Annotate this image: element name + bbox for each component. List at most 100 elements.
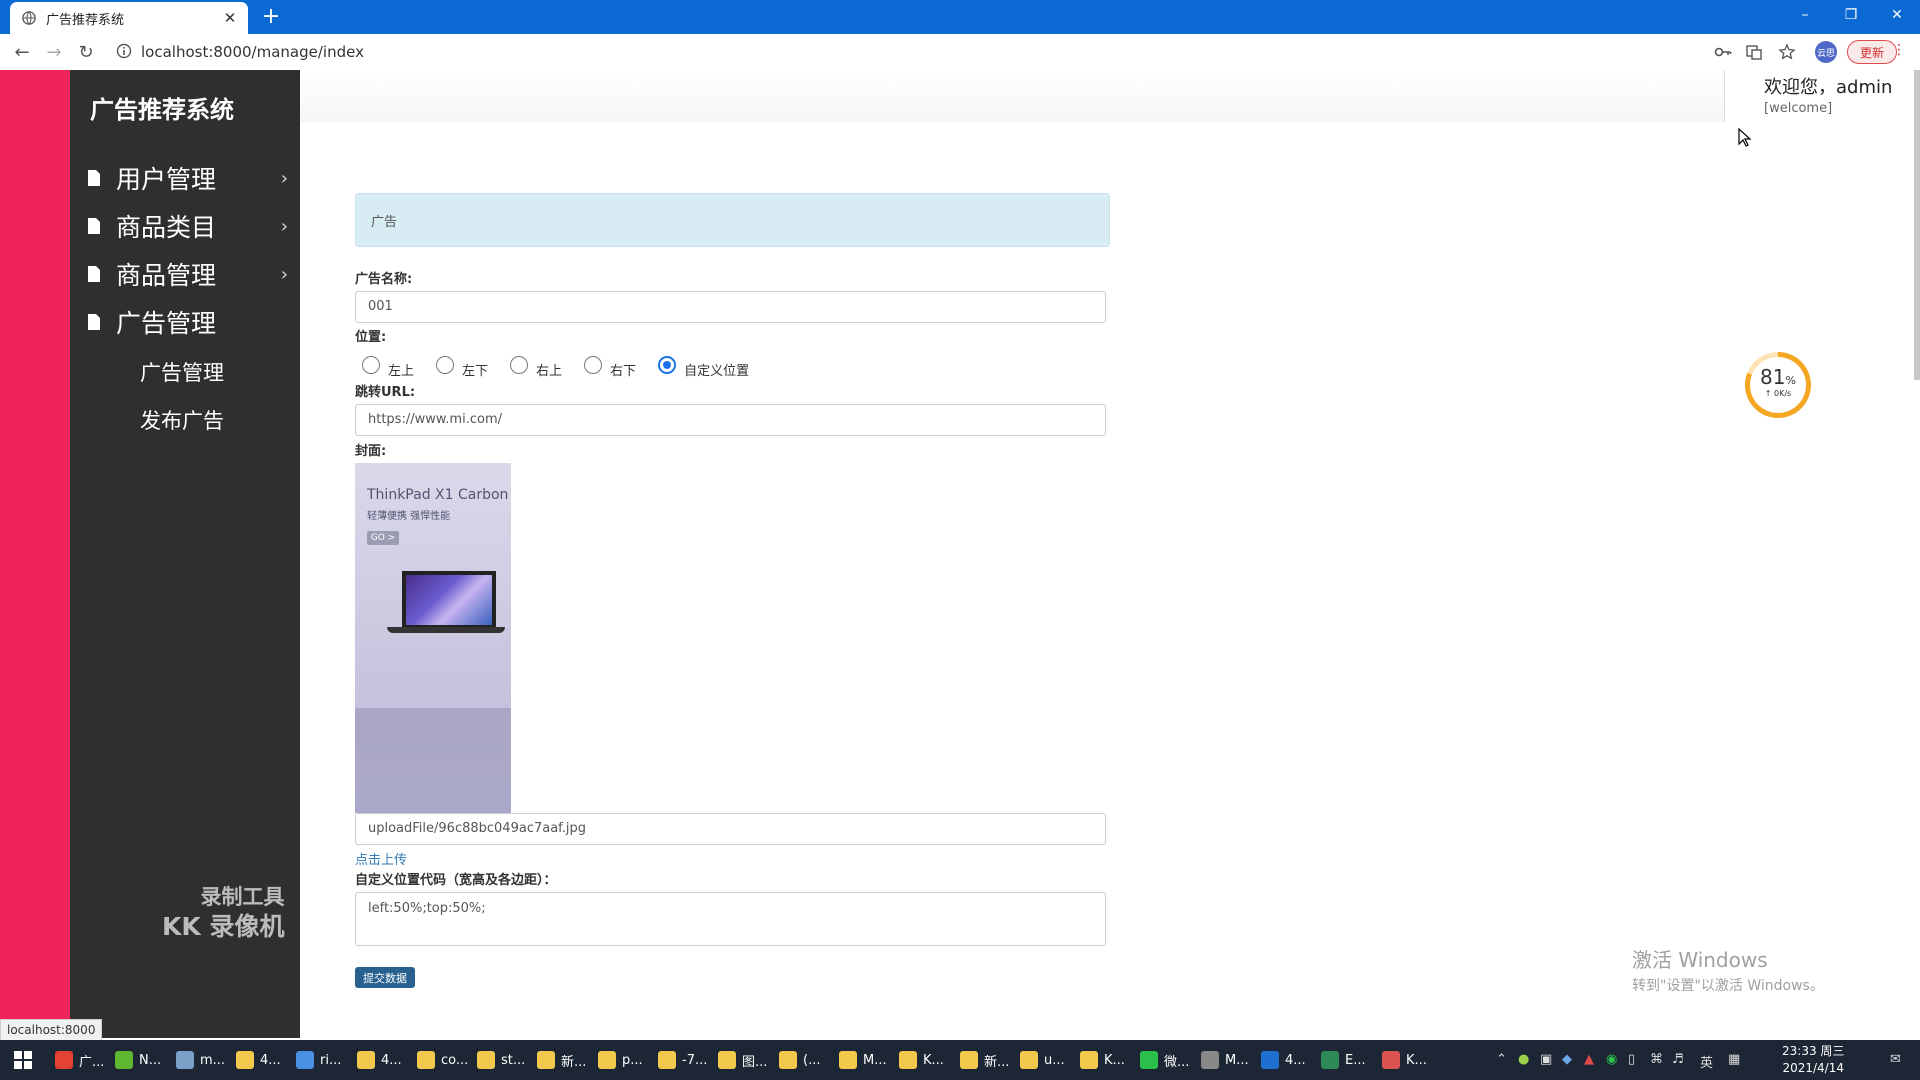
taskbar-app[interactable]: -7...: [658, 1046, 707, 1074]
forward-icon[interactable]: →: [42, 40, 66, 64]
taskbar-app-icon: [899, 1051, 917, 1069]
taskbar-app[interactable]: ri...: [296, 1046, 341, 1074]
sidebar-item-categories[interactable]: 商品类目 ›: [88, 206, 288, 246]
speed-percent: 81%: [1750, 365, 1806, 389]
taskbar-app[interactable]: 广...: [55, 1046, 104, 1074]
url-label: 跳转URL:: [355, 385, 416, 400]
info-icon[interactable]: [116, 43, 132, 59]
radio-label: 左下: [462, 363, 489, 379]
submit-button[interactable]: 提交数据: [355, 967, 415, 988]
laptop-base: [387, 627, 505, 633]
brand-title: 广告推荐系统: [90, 96, 234, 124]
translate-icon[interactable]: [1745, 43, 1763, 61]
sidebar-subitem-ad-manage[interactable]: 广告管理: [140, 357, 224, 387]
page-scrollbar[interactable]: [1914, 70, 1920, 380]
taskbar-app[interactable]: 4...: [236, 1046, 281, 1074]
radio-top-right[interactable]: [510, 356, 529, 374]
taskbar-app[interactable]: 微...: [1140, 1046, 1189, 1074]
radio-label: 左上: [388, 363, 415, 379]
network-speed-widget[interactable]: 81% ↑ 0K/s: [1745, 352, 1811, 418]
taskbar-app-label: ri...: [320, 1052, 342, 1068]
watermark-line1: 录制工具: [200, 885, 285, 909]
taskbar-app-icon: [115, 1051, 133, 1069]
key-icon[interactable]: [1714, 43, 1732, 61]
url-text[interactable]: localhost:8000/manage/index: [141, 43, 364, 61]
taskbar-app[interactable]: 新...: [960, 1046, 1009, 1074]
taskbar-clock[interactable]: 23:33 周三 2021/4/14: [1782, 1043, 1844, 1077]
taskbar-app-icon: [236, 1051, 254, 1069]
tray-battery-icon[interactable]: ▯: [1628, 1052, 1635, 1067]
taskbar-app[interactable]: 4...: [1261, 1046, 1306, 1074]
radio-bottom-right[interactable]: [584, 356, 603, 374]
taskbar-app[interactable]: (...: [779, 1046, 820, 1074]
taskbar-app[interactable]: 4...: [357, 1046, 402, 1074]
new-tab-button[interactable]: +: [258, 4, 284, 29]
tray-app2-icon[interactable]: ▲: [1584, 1052, 1594, 1067]
star-icon[interactable]: [1778, 43, 1796, 61]
taskbar-app-icon: [779, 1051, 797, 1069]
sidebar-item-users[interactable]: 用户管理 ›: [88, 158, 288, 198]
taskbar-app[interactable]: E...: [1321, 1046, 1366, 1074]
minimize-icon[interactable]: –: [1782, 0, 1828, 30]
browser-tab[interactable]: 广告推荐系统 ✕: [10, 2, 248, 34]
upload-link[interactable]: 点击上传: [355, 849, 407, 868]
radio-custom-position[interactable]: [658, 356, 677, 374]
watermark-line2: KK 录像机: [162, 912, 285, 941]
taskbar-app-label: m...: [200, 1052, 226, 1068]
tray-shield-icon[interactable]: ◆: [1562, 1052, 1572, 1067]
taskbar-app[interactable]: 图...: [718, 1046, 767, 1074]
radio-label: 右上: [536, 363, 563, 379]
welcome-link[interactable]: [welcome]: [1764, 101, 1832, 116]
radio-bottom-left[interactable]: [436, 356, 455, 374]
activate-line1: 激活 Windows: [1632, 948, 1768, 972]
windows-start-icon[interactable]: [14, 1051, 32, 1069]
clock-time: 23:33 周三: [1782, 1044, 1845, 1058]
laptop-image: [402, 571, 496, 631]
sidebar-item-label: 商品管理: [116, 261, 217, 290]
taskbar-app[interactable]: m...: [176, 1046, 225, 1074]
taskbar-app-icon: [357, 1051, 375, 1069]
taskbar-app[interactable]: M...: [839, 1046, 887, 1074]
status-bar-url: localhost:8000: [0, 1019, 103, 1041]
taskbar-app[interactable]: u...: [1020, 1046, 1065, 1074]
tray-ime[interactable]: 英: [1700, 1052, 1713, 1071]
taskbar-app-label: 广...: [79, 1054, 105, 1070]
cover-path-input[interactable]: uploadFile/96c88bc049ac7aaf.jpg: [355, 813, 1106, 845]
custom-position-label: 自定义位置代码（宽高及各边距）：: [355, 873, 557, 888]
tray-chevron-icon[interactable]: ⌃: [1496, 1052, 1507, 1067]
taskbar-app[interactable]: M...: [1201, 1046, 1249, 1074]
tray-keyboard-icon[interactable]: ▦: [1728, 1052, 1740, 1067]
tab-close-icon[interactable]: ✕: [220, 9, 240, 27]
taskbar-app[interactable]: K...: [899, 1046, 944, 1074]
radio-label: 右下: [610, 363, 637, 379]
taskbar-app[interactable]: st...: [477, 1046, 525, 1074]
ad-name-input[interactable]: 001: [355, 291, 1106, 323]
reload-icon[interactable]: ↻: [74, 40, 98, 64]
taskbar-app-icon: [598, 1051, 616, 1069]
tray-app-icon[interactable]: ●: [1518, 1052, 1529, 1067]
radio-top-left[interactable]: [362, 356, 380, 374]
taskbar-app[interactable]: 新...: [537, 1046, 586, 1074]
tray-monitor-icon[interactable]: ▣: [1540, 1052, 1552, 1067]
profile-avatar[interactable]: 云思: [1815, 41, 1837, 63]
sidebar-item-products[interactable]: 商品管理 ›: [88, 254, 288, 294]
restore-icon[interactable]: ❐: [1828, 0, 1874, 30]
taskbar-app-icon: [417, 1051, 435, 1069]
taskbar-app[interactable]: N...: [115, 1046, 161, 1074]
taskbar-app[interactable]: co...: [417, 1046, 468, 1074]
close-window-icon[interactable]: ✕: [1874, 0, 1920, 30]
custom-position-textarea[interactable]: left:50%;top:50%;: [355, 892, 1106, 946]
redirect-url-input[interactable]: https://www.mi.com/: [355, 404, 1106, 436]
tray-wifi-icon[interactable]: ⌘: [1650, 1052, 1663, 1067]
taskbar-app[interactable]: K...: [1382, 1046, 1427, 1074]
notification-icon[interactable]: ✉: [1890, 1052, 1901, 1067]
tray-wechat-icon[interactable]: ◉: [1606, 1052, 1617, 1067]
sidebar-item-ads[interactable]: 广告管理: [88, 302, 288, 342]
sidebar-subitem-publish-ad[interactable]: 发布广告: [140, 405, 224, 435]
back-icon[interactable]: ←: [10, 40, 34, 64]
taskbar-app[interactable]: K...: [1080, 1046, 1125, 1074]
update-button[interactable]: 更新: [1847, 40, 1897, 64]
tray-volume-icon[interactable]: ♬: [1672, 1052, 1684, 1067]
menu-kebab-icon[interactable]: ⋮: [1892, 42, 1906, 58]
taskbar-app[interactable]: p...: [598, 1046, 643, 1074]
